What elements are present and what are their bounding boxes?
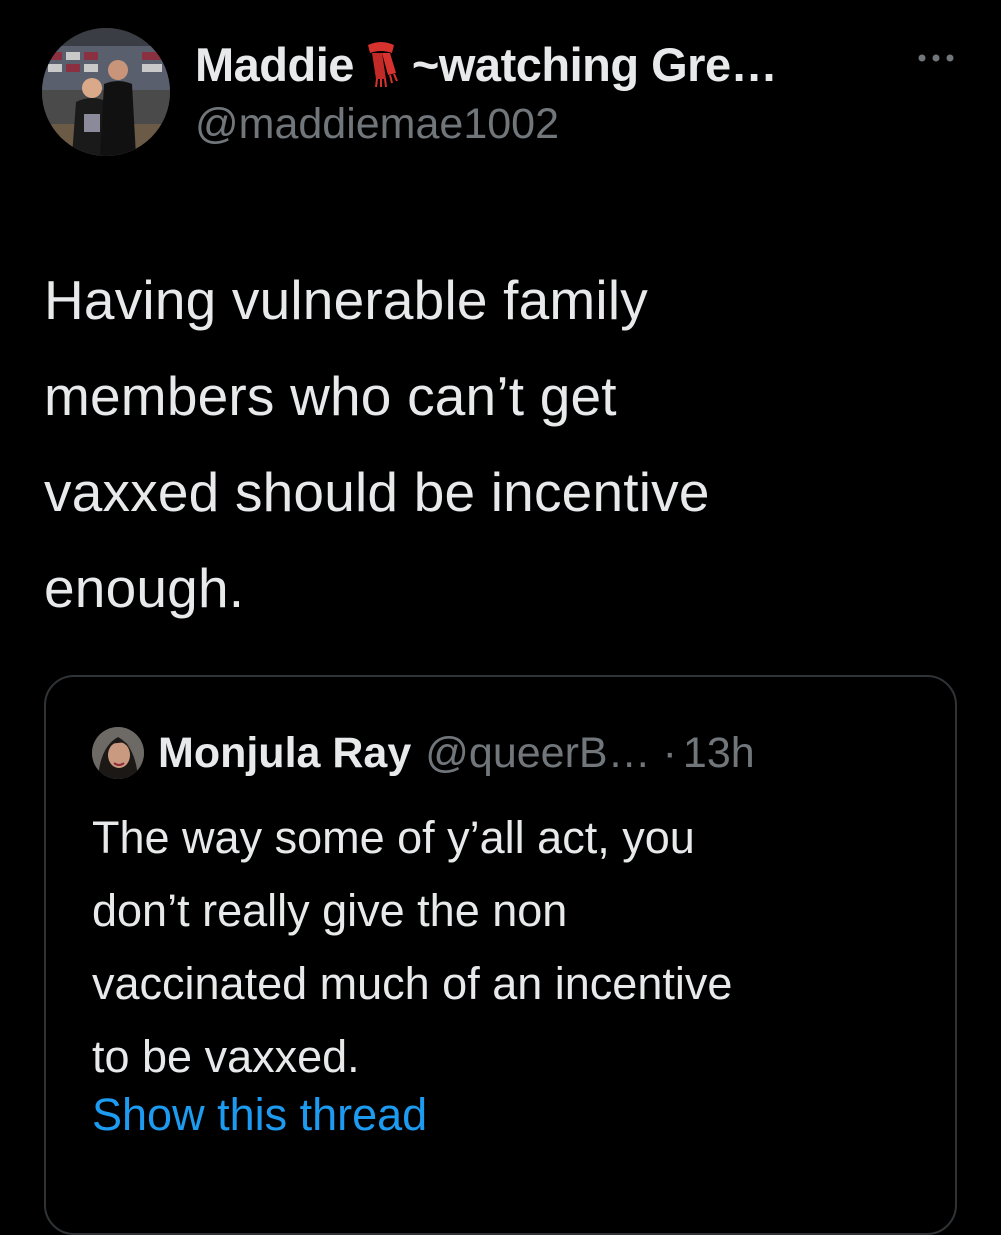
display-name[interactable]: Maddie [195, 37, 354, 92]
quoted-author-avatar [92, 727, 144, 779]
author-avatar[interactable] [42, 28, 170, 156]
quoted-tweet-time: 13h [682, 728, 755, 777]
author-handle[interactable]: @maddiemae1002 [195, 100, 559, 149]
quoted-tweet-text: The way some of y’all act, you don’t rea… [92, 812, 733, 1082]
separator-dot: · [662, 728, 677, 777]
display-name-status[interactable]: ~watching Gre… [412, 37, 778, 92]
author-name-row[interactable]: Maddie ~watching Gre… [195, 36, 895, 92]
quoted-author-name: Monjula Ray [158, 728, 412, 777]
tweet-text: Having vulnerable family members who can… [44, 269, 710, 619]
scarf-icon [360, 39, 402, 89]
show-thread-link[interactable]: Show this thread [92, 1089, 427, 1141]
tweet: Maddie ~watching Gre… @maddiemae1002 Hav… [0, 0, 1001, 1235]
quoted-tweet-header: Monjula Ray @queerB… · 13h [92, 725, 755, 781]
quoted-tweet-card[interactable]: Monjula Ray @queerB… · 13h The way some … [44, 675, 957, 1235]
more-options-icon[interactable] [914, 48, 958, 68]
quoted-author-handle: @queerB… [425, 728, 651, 777]
